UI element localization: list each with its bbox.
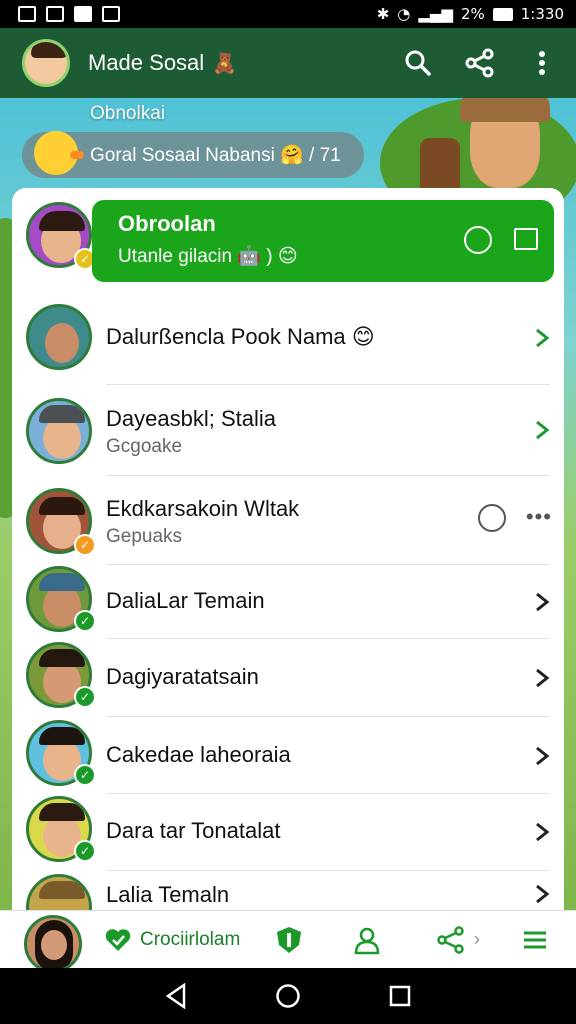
status-badge: ✓ xyxy=(74,686,96,708)
bluetooth-icon: ✱ xyxy=(376,5,390,23)
chevron-right-icon xyxy=(534,328,550,348)
group-pill-text: Goral Sosaal Nabansi 🤗 / 71 xyxy=(90,145,341,166)
contact-subtitle: Gcgoake xyxy=(106,436,183,457)
contact-name: Dayeasbkl; Stalia xyxy=(106,406,276,431)
clock: 1:330 xyxy=(520,5,564,23)
bottom-nav-label[interactable]: Crociirlolam xyxy=(140,929,240,951)
share-button[interactable] xyxy=(462,45,498,81)
home-icon[interactable] xyxy=(275,983,301,1009)
contact-name: DaliaLar Temain xyxy=(106,588,265,613)
contact-name: Dagiyaratatsain xyxy=(106,664,259,689)
avatar xyxy=(26,398,92,464)
system-nav-bar xyxy=(0,968,576,1024)
search-button[interactable] xyxy=(400,45,436,81)
list-item[interactable]: ✓ Cakedae laheoraia xyxy=(12,720,564,798)
chevron-right-icon xyxy=(534,420,550,440)
search-icon xyxy=(405,50,431,76)
divider xyxy=(106,716,550,717)
divider xyxy=(106,475,550,476)
more-options-button[interactable] xyxy=(524,45,560,81)
profile-avatar[interactable] xyxy=(22,39,70,87)
divider xyxy=(106,793,550,794)
list-item[interactable]: ✓ Dara tar Tonatalat xyxy=(12,796,564,874)
chevron-right-icon xyxy=(534,746,550,766)
divider xyxy=(106,638,550,639)
emoji-reaction-icon[interactable] xyxy=(478,504,506,532)
signal-icon: ▂▄▆ xyxy=(418,5,453,23)
highlighted-chat-item[interactable]: Obroolan Utanle gilacin 🤖 ) 😊 xyxy=(92,200,554,282)
scene-caption: Obnolkai xyxy=(90,103,165,124)
list-item[interactable]: ✓ Dagiyaratatsain xyxy=(12,642,564,720)
chat-list-card: ✓ Obroolan Utanle gilacin 🤖 ) 😊 Dalurßen… xyxy=(12,188,564,910)
list-item[interactable]: ✓ Ekdkarsakoin Wltak Gepuaks ••• xyxy=(12,482,564,570)
contact-subtitle: Gepuaks xyxy=(106,526,183,547)
list-item[interactable]: Lalia Temaln xyxy=(12,874,564,910)
bottom-nav: Crociirlolam › xyxy=(0,910,576,973)
chevron-right-icon xyxy=(534,592,550,612)
status-bar: ✱ ◔ ▂▄▆ 2% 1:330 xyxy=(0,0,576,28)
contact-name: Cakedae laheoraia xyxy=(106,742,291,767)
contact-name: Lalia Temaln xyxy=(106,882,230,907)
app-title: Made Sosal 🧸 xyxy=(88,50,400,76)
contact-name: Dara tar Tonatalat xyxy=(106,818,281,843)
battery-percent: 2% xyxy=(460,5,485,23)
shield-icon[interactable] xyxy=(274,925,304,955)
contact-name: Ekdkarsakoin Wltak xyxy=(106,496,300,521)
status-badge: ✓ xyxy=(74,610,96,632)
person-icon[interactable] xyxy=(352,925,382,955)
avatar xyxy=(26,874,92,910)
share-icon xyxy=(465,48,494,78)
list-item[interactable]: ✓ DaliaLar Temain xyxy=(12,566,564,644)
square-icon[interactable] xyxy=(514,228,538,250)
highlighted-chat-subtitle: Utanle gilacin 🤖 ) 😊 xyxy=(118,246,298,267)
list-item[interactable]: Dalurßencla Pook Nama 😊 xyxy=(12,298,564,386)
duck-icon xyxy=(34,131,84,175)
battery-icon xyxy=(492,7,513,21)
group-pill[interactable]: Goral Sosaal Nabansi 🤗 / 71 xyxy=(22,131,364,178)
more-horiz-icon[interactable]: ••• xyxy=(526,504,552,530)
bottom-profile-avatar[interactable] xyxy=(24,915,82,973)
status-badge: ✓ xyxy=(74,840,96,862)
timer-icon[interactable] xyxy=(464,226,492,254)
app-bar: Made Sosal 🧸 xyxy=(0,28,576,98)
app-title-emoji: 🧸 xyxy=(212,52,238,75)
chevron-right-icon xyxy=(534,668,550,688)
highlighted-chat-title: Obroolan xyxy=(118,211,216,236)
chevron-right-icon: › xyxy=(474,929,480,949)
chevron-right-icon xyxy=(534,884,550,904)
heart-check-icon[interactable] xyxy=(104,927,132,953)
notification-icon-2 xyxy=(102,6,120,22)
more-vert-icon xyxy=(539,51,545,75)
menu-icon[interactable] xyxy=(520,925,550,955)
divider xyxy=(106,384,550,385)
divider xyxy=(106,564,550,565)
share-icon[interactable] xyxy=(436,925,466,955)
chevron-right-icon xyxy=(534,822,550,842)
app-notification-icon xyxy=(74,6,92,22)
back-icon[interactable] xyxy=(164,983,188,1009)
avatar xyxy=(26,304,92,370)
list-item[interactable]: Dayeasbkl; Stalia Gcgoake xyxy=(12,392,564,480)
recents-icon[interactable] xyxy=(388,984,412,1008)
status-badge: ✓ xyxy=(74,534,96,556)
status-badge: ✓ xyxy=(74,764,96,786)
app-title-text: Made Sosal xyxy=(88,50,205,75)
notification-icon xyxy=(18,6,36,22)
chart-notification-icon xyxy=(46,6,64,22)
wifi-icon: ◔ xyxy=(397,5,411,23)
contact-name: Dalurßencla Pook Nama 😊 xyxy=(106,324,375,349)
divider xyxy=(106,870,550,871)
